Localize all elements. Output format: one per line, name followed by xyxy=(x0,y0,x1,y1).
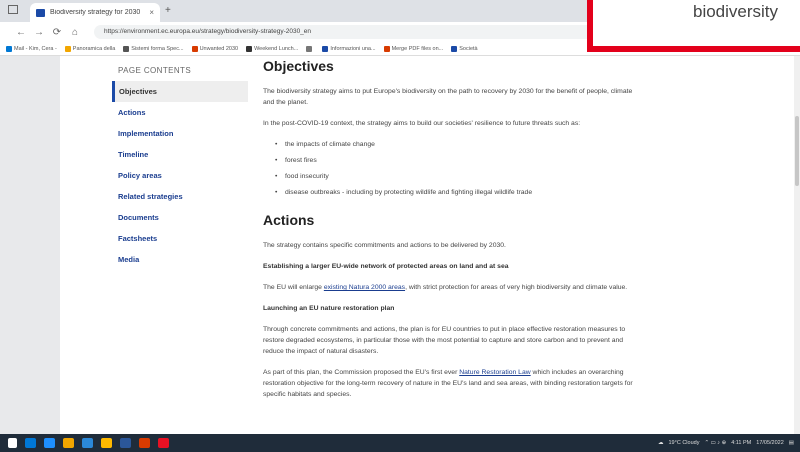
overlay-keyword: biodiversity xyxy=(693,2,779,21)
law-text-pre: As part of this plan, the Commission pro… xyxy=(263,369,460,376)
actions-heading: Actions xyxy=(263,212,315,228)
window-menu-icon[interactable] xyxy=(8,5,18,14)
weather-text[interactable]: 19°C Cloudy xyxy=(669,440,700,446)
tray-icons[interactable]: ⌃ ▭ ♪ ⊕ xyxy=(704,440,726,446)
scrollbar-thumb[interactable] xyxy=(795,116,799,186)
taskbar-app-icon[interactable] xyxy=(101,438,112,448)
tab-close-icon[interactable]: × xyxy=(149,8,154,17)
natura-text-post: , with strict protection for areas of ve… xyxy=(405,284,628,291)
list-item: food insecurity xyxy=(275,171,643,182)
bookmark-favicon-icon xyxy=(246,45,253,52)
bookmark-label: Weekend Lunch... xyxy=(254,45,299,52)
bookmark-label: Società xyxy=(459,45,478,52)
bookmark-favicon-icon xyxy=(306,45,313,52)
window-background xyxy=(0,56,60,434)
bookmark-item[interactable]: Mail - Kim, Cera - xyxy=(6,45,57,52)
taskbar-app-icon[interactable] xyxy=(25,438,36,448)
main-content: Objectives The biodiversity strategy aim… xyxy=(263,56,643,410)
bookmark-label: Panoramica della xyxy=(72,45,116,52)
toc-item-related-strategies[interactable]: Related strategies xyxy=(112,186,248,207)
toc-item-timeline[interactable]: Timeline xyxy=(112,144,248,165)
bookmark-favicon-icon xyxy=(451,45,458,52)
taskbar-app-icon[interactable] xyxy=(44,438,55,448)
list-item: the impacts of climate change xyxy=(275,139,643,150)
objectives-context-paragraph: In the post-COVID-19 context, the strate… xyxy=(263,120,581,127)
taskbar-app-icon[interactable] xyxy=(139,438,150,448)
natura-paragraph: The EU will enlarge existing Natura 2000… xyxy=(263,282,643,293)
bookmark-item[interactable]: Informazioni una... xyxy=(322,45,376,52)
restoration-law-paragraph: As part of this plan, the Commission pro… xyxy=(263,367,643,400)
actions-intro-paragraph: The strategy contains specific commitmen… xyxy=(263,242,506,249)
bookmark-favicon-icon xyxy=(123,45,130,52)
list-item: disease outbreaks - including by protect… xyxy=(275,187,643,198)
bookmark-label: Merge PDF files on... xyxy=(391,45,444,52)
highlight-overlay: biodiversity xyxy=(587,0,800,52)
clock-date[interactable]: 17/05/2022 xyxy=(756,440,784,446)
new-tab-button[interactable]: + xyxy=(165,5,171,16)
toc-item-media[interactable]: Media xyxy=(112,249,248,270)
restoration-paragraph: Through concrete commitments and actions… xyxy=(263,326,626,355)
bookmark-label: Mail - Kim, Cera - xyxy=(14,45,57,52)
notifications-icon[interactable]: ▤ xyxy=(789,440,794,446)
home-icon[interactable]: ⌂ xyxy=(66,27,84,38)
objectives-paragraph: The biodiversity strategy aims to put Eu… xyxy=(263,88,633,106)
bookmark-item[interactable]: Weekend Lunch... xyxy=(246,45,299,52)
start-button-icon[interactable] xyxy=(8,438,17,448)
toc-item-policy-areas[interactable]: Policy areas xyxy=(112,165,248,186)
bookmark-label: Unwanted 2030 xyxy=(199,45,239,52)
bookmark-label: Sistemi forma Spec... xyxy=(131,45,184,52)
taskbar-app-icon[interactable] xyxy=(158,438,169,448)
bookmark-item[interactable]: Società xyxy=(451,45,478,52)
nature-restoration-law-link[interactable]: Nature Restoration Law xyxy=(459,369,530,376)
windows-taskbar: ☁ 19°C Cloudy ⌃ ▭ ♪ ⊕ 4:11 PM 17/05/2022… xyxy=(0,434,800,452)
back-icon[interactable]: ← xyxy=(12,27,30,38)
protected-areas-subheading: Establishing a larger EU-wide network of… xyxy=(263,263,509,270)
objectives-heading: Objectives xyxy=(263,58,334,74)
toc-item-documents[interactable]: Documents xyxy=(112,207,248,228)
web-page: PAGE CONTENTS Objectives Actions Implement… xyxy=(60,56,800,434)
toc-item-implementation[interactable]: Implementation xyxy=(112,123,248,144)
page-contents-nav: PAGE CONTENTS Objectives Actions Implement… xyxy=(112,66,248,270)
natura-2000-link[interactable]: existing Natura 2000 areas xyxy=(324,284,405,291)
bookmark-item[interactable]: Panoramica della xyxy=(64,45,116,52)
toc-item-factsheets[interactable]: Factsheets xyxy=(112,228,248,249)
threats-list: the impacts of climate change forest fire… xyxy=(275,139,643,198)
toc-item-actions[interactable]: Actions xyxy=(112,102,248,123)
forward-icon[interactable]: → xyxy=(30,27,48,38)
reload-icon[interactable]: ⟳ xyxy=(48,27,66,38)
toc-item-objectives[interactable]: Objectives xyxy=(112,81,248,102)
browser-tab[interactable]: Biodiversity strategy for 2030 × xyxy=(30,3,160,22)
taskbar-app-icon[interactable] xyxy=(63,438,74,448)
clock-time[interactable]: 4:11 PM xyxy=(731,440,751,446)
taskbar-app-icon[interactable] xyxy=(82,438,93,448)
bookmark-item[interactable]: Unwanted 2030 xyxy=(191,45,239,52)
eu-favicon-icon xyxy=(36,8,45,17)
page-scrollbar[interactable] xyxy=(794,56,800,434)
bookmark-favicon-icon xyxy=(322,45,329,52)
bookmark-favicon-icon xyxy=(383,45,390,52)
address-bar[interactable]: https://environment.ec.europa.eu/strateg… xyxy=(94,25,654,39)
bookmark-label: Informazioni una... xyxy=(330,45,376,52)
bookmark-item[interactable]: Merge PDF files on... xyxy=(383,45,444,52)
list-item: forest fires xyxy=(275,155,643,166)
bookmark-favicon-icon xyxy=(191,45,198,52)
natura-text-pre: The EU will enlarge xyxy=(263,284,324,291)
tab-title: Biodiversity strategy for 2030 xyxy=(50,9,141,16)
bookmark-item[interactable] xyxy=(306,45,314,52)
weather-icon: ☁ xyxy=(658,440,664,446)
page-contents-title: PAGE CONTENTS xyxy=(118,66,192,75)
bookmark-item[interactable]: Sistemi forma Spec... xyxy=(123,45,184,52)
restoration-plan-subheading: Launching an EU nature restoration plan xyxy=(263,305,395,312)
system-tray: ☁ 19°C Cloudy ⌃ ▭ ♪ ⊕ 4:11 PM 17/05/2022… xyxy=(658,434,794,452)
bookmark-favicon-icon xyxy=(64,45,71,52)
taskbar-app-icon[interactable] xyxy=(120,438,131,448)
bookmark-favicon-icon xyxy=(6,45,12,52)
